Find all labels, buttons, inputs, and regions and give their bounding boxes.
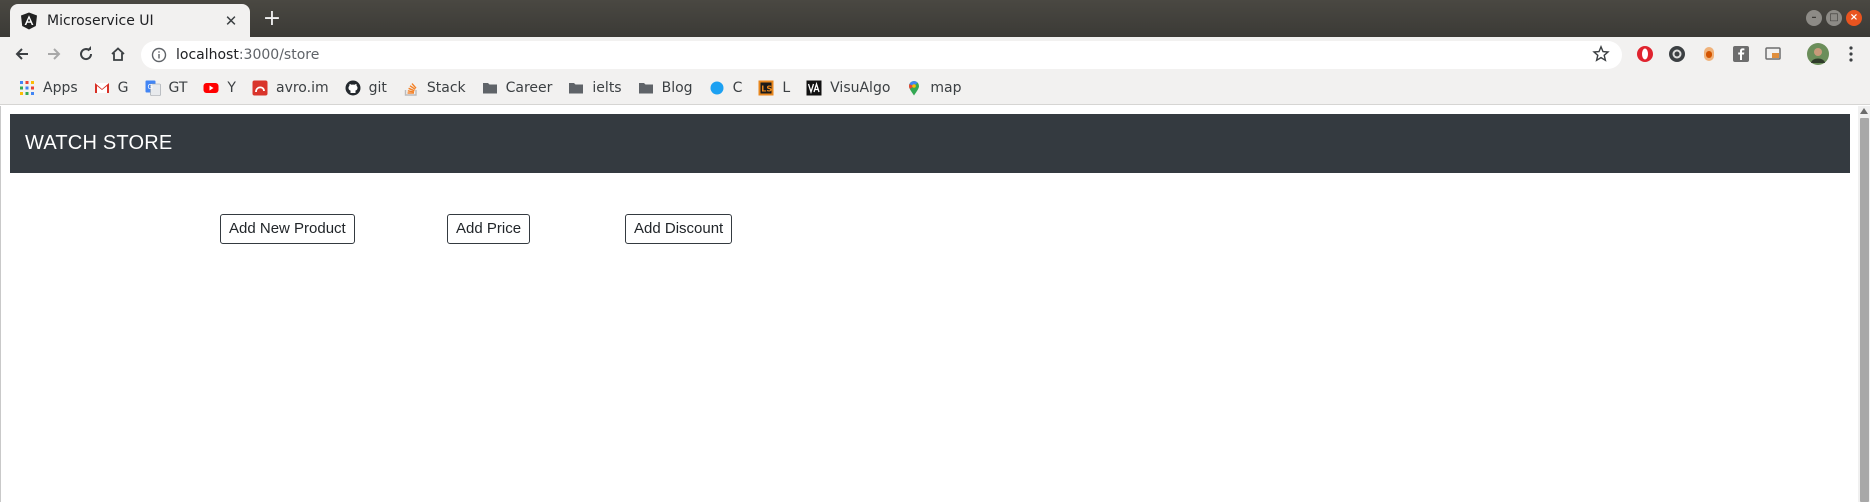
- bookmark-stackoverflow[interactable]: Stack: [397, 75, 472, 101]
- minimize-button[interactable]: –: [1806, 10, 1822, 26]
- bookmark-label: ielts: [592, 79, 622, 96]
- add-discount-button[interactable]: Add Discount: [625, 214, 733, 244]
- bookmark-label: VisuAlgo: [830, 79, 891, 96]
- close-window-button[interactable]: ×: [1846, 10, 1862, 26]
- menu-button[interactable]: [1838, 41, 1864, 67]
- bookmark-label: avro.im: [275, 79, 329, 96]
- arrow-right-icon: [48, 48, 61, 60]
- circle-blue-icon: [710, 81, 724, 94]
- tab-title: Microservice UI: [47, 12, 154, 29]
- app-navbar: WATCH STORE: [10, 114, 1850, 173]
- arrow-left-icon: [15, 48, 28, 60]
- new-tab-button[interactable]: +: [259, 7, 285, 33]
- browser-titlebar: Microservice UI ✕ + – □ ×: [0, 0, 1870, 37]
- bookmark-gmail[interactable]: G: [88, 75, 135, 101]
- google-maps-icon: [909, 80, 920, 95]
- kebab-menu-icon: [1849, 46, 1853, 62]
- app-brand[interactable]: WATCH STORE: [25, 132, 172, 155]
- browser-toolbar: localhost:3000/store: [0, 37, 1870, 71]
- youtube-icon: [203, 82, 219, 93]
- svg-text:LS: LS: [762, 84, 773, 93]
- bookmark-c[interactable]: C: [703, 75, 749, 101]
- github-icon: [345, 80, 361, 95]
- maximize-button[interactable]: □: [1826, 10, 1842, 26]
- window-controls: – □ ×: [1806, 10, 1862, 26]
- extension-hand-icon[interactable]: [1700, 45, 1718, 63]
- bookmark-leetcode[interactable]: LS L: [752, 75, 796, 101]
- add-price-button[interactable]: Add Price: [447, 214, 531, 244]
- bookmark-translate[interactable]: G GT: [139, 75, 194, 101]
- page-viewport: WATCH STORE Add New Product Add Price Ad…: [0, 106, 1870, 502]
- scrollbar-thumb[interactable]: [1860, 118, 1869, 502]
- bookmark-label: GT: [168, 79, 188, 96]
- reload-button[interactable]: [73, 41, 99, 67]
- bookmark-label: Blog: [661, 79, 693, 96]
- back-button[interactable]: [9, 41, 35, 67]
- facebook-icon[interactable]: [1732, 45, 1750, 63]
- browser-tab[interactable]: Microservice UI ✕: [10, 4, 250, 37]
- bookmark-visualgo[interactable]: VisuAlgo: [800, 75, 896, 101]
- bookmark-label: C: [732, 79, 743, 96]
- leetcode-icon: LS: [758, 80, 774, 95]
- bookmark-apps[interactable]: Apps: [13, 75, 84, 101]
- bookmark-label: G: [117, 79, 129, 96]
- bookmark-folder-ielts[interactable]: ielts: [562, 75, 627, 101]
- svg-text:G: G: [147, 83, 152, 91]
- extension-circle-icon[interactable]: [1668, 45, 1686, 63]
- url-path: :3000/store: [238, 47, 320, 63]
- google-translate-icon: G: [145, 80, 161, 96]
- bookmarks-bar: Apps G G GT Y avro.im git Stack Career i…: [0, 71, 1870, 105]
- folder-icon: [638, 82, 653, 93]
- bookmark-github[interactable]: git: [339, 75, 393, 101]
- add-new-product-button[interactable]: Add New Product: [220, 214, 355, 244]
- bookmark-label: map: [930, 79, 962, 96]
- folder-icon: [569, 82, 584, 93]
- visualgo-icon: [806, 80, 822, 95]
- bookmark-maps[interactable]: map: [900, 75, 967, 101]
- avro-icon: [252, 80, 268, 95]
- angular-icon: [21, 12, 37, 29]
- bookmark-label: git: [368, 79, 387, 96]
- home-button[interactable]: [105, 41, 131, 67]
- url-host: localhost: [176, 47, 239, 63]
- reload-icon: [80, 46, 93, 61]
- address-bar[interactable]: localhost:3000/store: [141, 41, 1622, 69]
- cast-icon[interactable]: [1764, 45, 1782, 63]
- bookmark-star-icon[interactable]: [1592, 45, 1610, 63]
- tab-close-icon[interactable]: ✕: [222, 12, 240, 30]
- avatar[interactable]: [1807, 43, 1829, 65]
- bookmark-label: Y: [227, 79, 236, 96]
- apps-grid-icon: [20, 80, 34, 95]
- bookmark-label: L: [782, 79, 791, 96]
- vertical-scrollbar[interactable]: [1858, 106, 1870, 502]
- scroll-up-arrow-icon[interactable]: [1860, 108, 1868, 114]
- bookmark-youtube[interactable]: Y: [197, 75, 242, 101]
- home-icon: [111, 47, 125, 61]
- folder-icon: [482, 82, 497, 93]
- stackoverflow-icon: [404, 82, 417, 96]
- bookmark-label: Stack: [426, 79, 466, 96]
- info-icon[interactable]: [151, 47, 167, 63]
- bookmark-folder-blog[interactable]: Blog: [632, 75, 699, 101]
- opera-icon[interactable]: [1636, 45, 1654, 63]
- bookmark-label: Career: [505, 79, 553, 96]
- bookmark-avro[interactable]: avro.im: [246, 75, 335, 101]
- bookmark-label: Apps: [43, 79, 78, 96]
- bookmark-folder-career[interactable]: Career: [476, 75, 559, 101]
- forward-button[interactable]: [41, 41, 67, 67]
- gmail-icon: [94, 82, 109, 93]
